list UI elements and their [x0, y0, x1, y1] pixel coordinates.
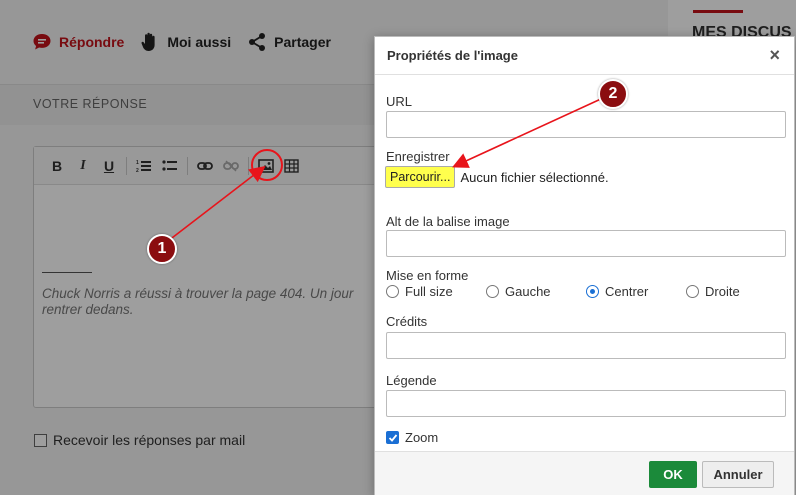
radio-selected-icon — [586, 285, 599, 298]
radio-icon — [486, 285, 499, 298]
layout-option-left[interactable]: Gauche — [486, 284, 586, 299]
layout-option-full-size[interactable]: Full size — [386, 284, 486, 299]
hand-icon — [140, 32, 160, 52]
layout-option-label: Centrer — [605, 284, 649, 299]
dialog-footer: OK Annuler — [375, 451, 794, 495]
image-icon — [258, 158, 274, 173]
unlink-button[interactable] — [218, 154, 244, 178]
dialog-header: Propriétés de l'image × — [375, 37, 794, 75]
sidebar-accent-bar — [693, 10, 743, 13]
signature-divider — [42, 272, 92, 273]
share-button[interactable]: Partager — [247, 32, 331, 52]
mail-notification-option[interactable]: Recevoir les réponses par mail — [34, 432, 245, 448]
reply-editor[interactable]: B I U 12 Chuck Norris a réussi à trouver… — [33, 146, 377, 408]
image-button[interactable] — [253, 154, 279, 178]
ordered-list-button[interactable]: 12 — [131, 154, 157, 178]
annotation-badge-1: 1 — [147, 234, 177, 264]
file-upload: Parcourir... Aucun fichier sélectionné. — [385, 166, 609, 188]
credits-label: Crédits — [386, 314, 428, 329]
radio-icon — [686, 285, 699, 298]
cancel-button[interactable]: Annuler — [702, 461, 774, 488]
radio-icon — [386, 285, 399, 298]
image-properties-dialog: Propriétés de l'image × URL Enregistrer … — [374, 36, 795, 495]
url-input[interactable] — [386, 111, 786, 138]
italic-button[interactable]: I — [70, 154, 96, 178]
toolbar-separator — [248, 156, 249, 175]
layout-option-label: Full size — [405, 284, 453, 299]
reply-label: Répondre — [59, 34, 125, 50]
svg-text:2: 2 — [136, 168, 139, 173]
underline-icon: U — [103, 157, 115, 174]
layout-option-label: Gauche — [505, 284, 551, 299]
url-label: URL — [386, 94, 413, 109]
share-icon — [247, 32, 267, 52]
toolbar-separator — [187, 156, 188, 175]
bold-button[interactable]: B — [44, 154, 70, 178]
alt-input[interactable] — [386, 230, 786, 257]
table-button[interactable] — [279, 154, 305, 178]
layout-option-label: Droite — [705, 284, 740, 299]
layout-option-center[interactable]: Centrer — [586, 284, 686, 299]
close-icon[interactable]: × — [769, 45, 780, 66]
checkbox-checked-icon[interactable] — [386, 431, 399, 444]
zoom-option[interactable]: Zoom — [386, 430, 438, 445]
zoom-label: Zoom — [405, 430, 439, 445]
link-button[interactable] — [192, 154, 218, 178]
mail-checkbox[interactable] — [34, 433, 47, 447]
bold-icon: B — [51, 157, 63, 174]
your-reply-title: VOTRE RÉPONSE — [33, 97, 148, 111]
toolbar-separator — [126, 156, 127, 175]
reply-button[interactable]: Répondre — [32, 32, 124, 52]
browse-button[interactable]: Parcourir... — [385, 166, 456, 188]
layout-option-right[interactable]: Droite — [686, 284, 740, 299]
alt-label: Alt de la balise image — [386, 214, 510, 229]
bullet-list-icon — [162, 159, 177, 171]
share-label: Partager — [274, 34, 331, 50]
caption-label: Légende — [386, 373, 437, 388]
me-too-button[interactable]: Moi aussi — [140, 32, 231, 52]
post-actions: Répondre Moi aussi Partager — [32, 32, 347, 52]
svg-text:1: 1 — [136, 160, 139, 166]
speech-bubble-icon — [32, 32, 52, 52]
editor-toolbar: B I U 12 — [34, 147, 376, 185]
credits-input[interactable] — [386, 332, 786, 359]
ordered-list-icon: 12 — [136, 160, 151, 173]
underline-button[interactable]: U — [96, 154, 122, 178]
table-icon — [284, 158, 299, 173]
dialog-title: Propriétés de l'image — [387, 48, 518, 63]
file-status: Aucun fichier sélectionné. — [460, 169, 609, 185]
ok-button[interactable]: OK — [649, 461, 697, 488]
unlink-icon — [223, 160, 239, 171]
signature-text-continued: rentrer dedans. — [42, 302, 134, 317]
annotation-badge-2: 2 — [598, 79, 628, 109]
layout-options: Full size Gauche Centrer Droite — [386, 284, 740, 299]
save-label: Enregistrer — [386, 149, 450, 164]
layout-label: Mise en forme — [386, 268, 469, 283]
italic-icon: I — [80, 157, 86, 173]
bullet-list-button[interactable] — [157, 154, 183, 178]
link-icon — [197, 161, 213, 170]
mail-option-label: Recevoir les réponses par mail — [53, 432, 246, 448]
caption-input[interactable] — [386, 390, 786, 417]
me-too-label: Moi aussi — [167, 34, 232, 50]
signature-text: Chuck Norris a réussi à trouver la page … — [42, 286, 354, 301]
